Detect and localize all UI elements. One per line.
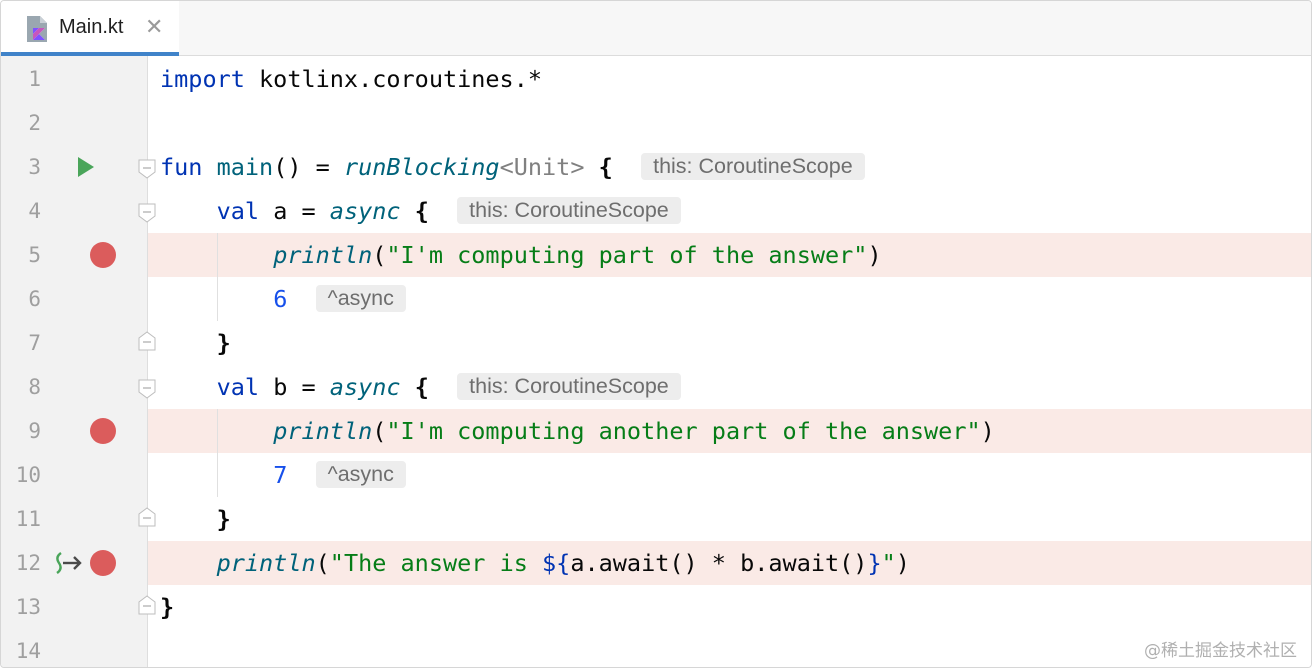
code-line-3[interactable]: fun main() = runBlocking<Unit> { this: C… (160, 145, 865, 189)
fold-icon[interactable] (138, 379, 156, 399)
line-number[interactable]: 6 (1, 277, 41, 321)
line-number[interactable]: 12 (1, 541, 41, 585)
keyword: val (216, 373, 260, 401)
brace: } (216, 329, 231, 357)
function-call: async (329, 373, 401, 401)
inlay-hint[interactable]: ^async (315, 461, 406, 488)
code-line-13[interactable]: } (160, 585, 174, 629)
line-number[interactable]: 9 (1, 409, 41, 453)
paren: ) (867, 241, 882, 269)
code-line-7[interactable]: } (160, 321, 231, 365)
inlay-hint[interactable]: this: CoroutineScope (457, 373, 681, 400)
line-number[interactable]: 4 (1, 189, 41, 233)
function-call: println (273, 241, 373, 269)
line-number[interactable]: 11 (1, 497, 41, 541)
line-number[interactable]: 7 (1, 321, 41, 365)
function-call: println (216, 549, 316, 577)
function-name: main (216, 153, 274, 181)
brace: { (598, 153, 613, 181)
paren: ) (895, 549, 910, 577)
suspend-call-icon[interactable] (53, 551, 85, 575)
function-call: runBlocking (343, 153, 500, 181)
type-argument: <Unit> (499, 153, 585, 181)
brace: } (160, 593, 175, 621)
line-number[interactable]: 1 (1, 57, 41, 101)
breakpoint-icon[interactable] (90, 550, 116, 576)
inlay-hint[interactable]: this: CoroutineScope (641, 153, 865, 180)
code-line-11[interactable]: } (160, 497, 231, 541)
code-line-12[interactable]: println("The answer is ${a.await() * b.a… (160, 541, 910, 585)
code-line-5[interactable]: println("I'm computing part of the answe… (160, 233, 882, 277)
keyword: import (160, 65, 245, 93)
paren: ) (980, 417, 995, 445)
code-line-4[interactable]: val a = async { this: CoroutineScope (160, 189, 681, 233)
editor-tab-bar: Main.kt ✕ (1, 1, 1311, 56)
string-literal: "I'm computing part of the answer" (386, 241, 868, 269)
unfold-icon[interactable] (138, 331, 156, 351)
line-number[interactable]: 13 (1, 585, 41, 629)
unfold-icon[interactable] (138, 507, 156, 527)
code-line-10[interactable]: 7 ^async (160, 453, 406, 497)
fold-icon[interactable] (138, 203, 156, 223)
line-number[interactable]: 14 (1, 629, 41, 667)
code-line-9[interactable]: println("I'm computing another part of t… (160, 409, 995, 453)
string-literal: "The answer is (329, 549, 543, 577)
string-literal: "I'm computing another part of the answe… (386, 417, 981, 445)
paren: ( (372, 241, 387, 269)
line-number[interactable]: 5 (1, 233, 41, 277)
keyword: val (216, 197, 260, 225)
template-close: } (867, 549, 882, 577)
brace: { (414, 373, 429, 401)
kotlin-file-icon (27, 16, 47, 42)
paren: ( (372, 417, 387, 445)
line-number[interactable]: 3 (1, 145, 41, 189)
brace: } (216, 505, 231, 533)
run-icon[interactable] (77, 156, 95, 178)
fold-icon[interactable] (138, 159, 156, 179)
function-call: async (329, 197, 401, 225)
code-line-6[interactable]: 6 ^async (160, 277, 406, 321)
code-text: a = (259, 197, 330, 225)
code-text: b = (259, 373, 330, 401)
inlay-hint[interactable]: ^async (315, 285, 406, 312)
brace: { (414, 197, 429, 225)
breakpoint-icon[interactable] (90, 418, 116, 444)
editor-window: Main.kt ✕ 1 2 3 4 5 6 7 8 9 10 11 12 13 … (0, 0, 1312, 668)
code-text: kotlinx.coroutines.* (244, 65, 543, 93)
code-text: () = (273, 153, 344, 181)
tab-main-kt[interactable]: Main.kt ✕ (1, 1, 179, 56)
keyword: fun (160, 153, 203, 181)
line-number[interactable]: 10 (1, 453, 41, 497)
tab-label: Main.kt (59, 16, 124, 38)
breakpoint-icon[interactable] (90, 242, 116, 268)
paren: ( (315, 549, 330, 577)
unfold-icon[interactable] (138, 595, 156, 615)
template-expression: a.await() * b.await() (570, 549, 868, 577)
line-number[interactable]: 2 (1, 101, 41, 145)
function-call: println (273, 417, 373, 445)
string-literal: " (881, 549, 896, 577)
line-number[interactable]: 8 (1, 365, 41, 409)
code-line-1[interactable]: import kotlinx.coroutines.* (160, 57, 542, 101)
number-literal: 6 (273, 285, 288, 313)
close-icon[interactable]: ✕ (145, 15, 163, 39)
code-line-8[interactable]: val b = async { this: CoroutineScope (160, 365, 681, 409)
inlay-hint[interactable]: this: CoroutineScope (457, 197, 681, 224)
number-literal: 7 (273, 461, 288, 489)
template-open: ${ (542, 549, 571, 577)
watermark: @稀土掘金技术社区 (1144, 641, 1297, 661)
